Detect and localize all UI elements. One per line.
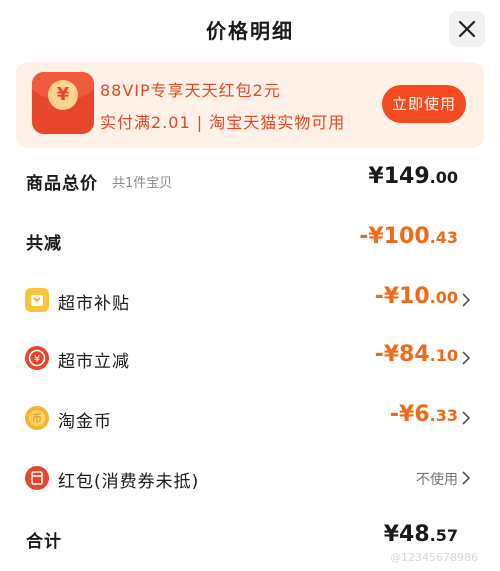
chevron-right-icon [462,351,471,365]
chevron-right-icon [462,471,471,485]
watermark: @12345678986 [390,551,478,564]
red-packet-value: 不使用 [416,472,458,488]
svg-text:¥: ¥ [34,354,40,365]
header: 价格明细 [0,0,500,58]
total-reduce-label: 共减 [26,234,62,254]
gold-coin-icon: 币 [25,406,49,430]
chevron-right-icon [462,293,471,307]
supermarket-subsidy-label: 超市补贴 [58,294,130,314]
supermarket-subsidy-amount: -¥10.00 [374,284,458,309]
row-red-packet[interactable]: 红包(消费券未抵) 不使用 [0,458,500,498]
page-title: 价格明细 [206,19,294,43]
total-goods-amount: ¥149.00 [368,164,458,189]
promo-title: 88VIP专享天天红包2元 [100,81,281,100]
red-packet-icon: ¥ [32,72,94,134]
row-total-goods: 商品总价 共1件宝贝 ¥149.00 [0,160,500,200]
row-taojinbi[interactable]: 币 淘金币 -¥6.33 [0,398,500,438]
instant-discount-icon: ¥ [25,346,49,370]
promo-condition: 实付满2.01 | 淘宝天猫实物可用 [100,113,346,132]
row-total-reduce: 共减 -¥100.43 [0,220,500,260]
promo-banner: ¥ 88VIP专享天天红包2元 实付满2.01 | 淘宝天猫实物可用 立即使用 [16,62,484,148]
taojinbi-amount: -¥6.33 [389,402,458,427]
chevron-right-icon [462,411,471,425]
taojinbi-label: 淘金币 [58,412,112,432]
total-goods-label: 商品总价 [26,174,98,194]
total-label: 合计 [26,532,62,552]
red-packet-label: 红包(消费券未抵) [58,472,200,492]
total-amount: ¥48.57 [383,522,458,547]
use-now-button[interactable]: 立即使用 [382,85,466,123]
close-button[interactable] [449,11,485,47]
row-supermarket-subsidy[interactable]: 超市补贴 -¥10.00 [0,280,500,320]
subsidy-icon [25,288,49,312]
item-count: 共1件宝贝 [112,176,173,191]
row-supermarket-instant[interactable]: ¥ 超市立减 -¥84.10 [0,338,500,378]
total-reduce-amount: -¥100.43 [359,224,458,249]
supermarket-instant-amount: -¥84.10 [374,342,458,367]
supermarket-instant-label: 超市立减 [58,352,130,372]
close-icon [458,20,476,38]
red-packet-small-icon [25,466,49,490]
svg-text:币: 币 [32,413,42,425]
